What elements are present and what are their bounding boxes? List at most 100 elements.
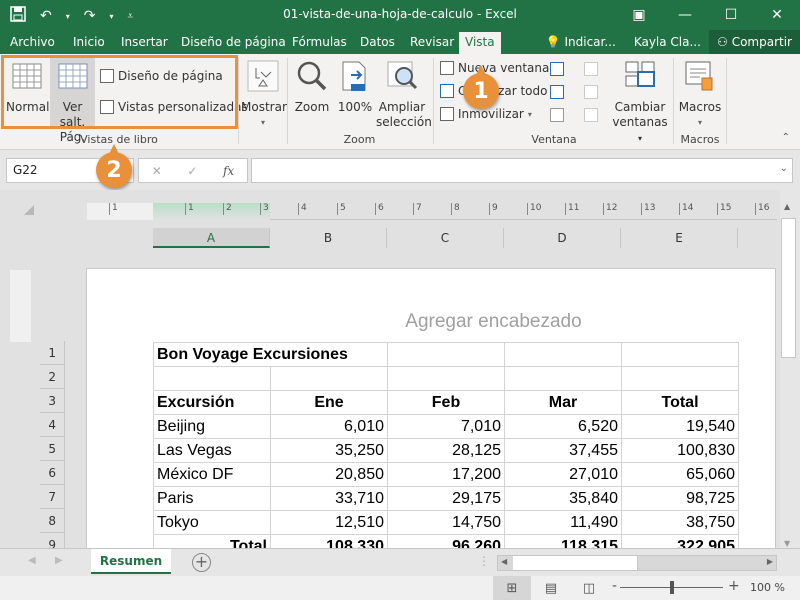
unhide-icon[interactable] <box>550 108 564 122</box>
row-header[interactable]: 8 <box>40 509 65 533</box>
cancel-icon[interactable]: ✕ <box>152 164 162 178</box>
row-header[interactable]: 9 <box>40 533 65 548</box>
enter-icon[interactable]: ✓ <box>187 164 197 178</box>
scroll-up-icon[interactable]: ▲ <box>784 202 790 211</box>
cell[interactable] <box>387 366 505 391</box>
tab-datos[interactable]: Datos <box>360 33 395 54</box>
row-header[interactable]: 5 <box>40 437 65 461</box>
column-header-c[interactable]: C <box>387 228 504 248</box>
cell[interactable]: 14,750 <box>387 510 505 535</box>
column-header-d[interactable]: D <box>504 228 621 248</box>
cell[interactable]: 6,520 <box>504 414 622 439</box>
cell[interactable]: 6,010 <box>270 414 388 439</box>
column-header-b[interactable]: B <box>270 228 387 248</box>
cell[interactable]: 17,200 <box>387 462 505 487</box>
horizontal-scroll-thumb[interactable] <box>513 556 638 570</box>
cell[interactable]: 33,710 <box>270 486 388 511</box>
maximize-button[interactable]: ☐ <box>708 0 754 30</box>
column-header-e[interactable]: E <box>621 228 738 248</box>
cell[interactable]: 28,125 <box>387 438 505 463</box>
header-cell[interactable]: Ene <box>270 390 388 415</box>
collapse-ribbon-icon[interactable]: ⌃ <box>782 132 790 143</box>
cell[interactable] <box>621 342 739 367</box>
tab-archivo[interactable]: Archivo <box>10 33 55 54</box>
row-header[interactable]: 2 <box>40 365 65 389</box>
zoom-button[interactable]: Zoom <box>292 60 332 115</box>
cell[interactable]: Paris <box>153 486 271 511</box>
scroll-down-icon[interactable]: ▼ <box>784 539 790 548</box>
insert-function-icon[interactable]: fx <box>223 164 234 178</box>
tab-revisar[interactable]: Revisar <box>410 33 454 54</box>
cell[interactable]: Tokyo <box>153 510 271 535</box>
add-header-placeholder[interactable]: Agregar encabezado <box>87 311 775 333</box>
horizontal-scrollbar[interactable]: ◀ ▶ <box>497 555 777 571</box>
tab-formulas[interactable]: Fórmulas <box>292 33 347 54</box>
cell[interactable]: 20,850 <box>270 462 388 487</box>
cell[interactable]: México DF <box>153 462 271 487</box>
cell[interactable] <box>621 366 739 391</box>
total-cell[interactable]: 108,330 <box>270 534 388 548</box>
cell[interactable]: 37,455 <box>504 438 622 463</box>
macros-button[interactable]: Macros ▾ <box>676 60 724 130</box>
row-header[interactable]: 4 <box>40 413 65 437</box>
cell[interactable]: 12,510 <box>270 510 388 535</box>
zoom-in-button[interactable]: + <box>728 578 740 594</box>
next-sheet-icon[interactable]: ▶ <box>55 555 63 566</box>
cell[interactable]: 29,175 <box>387 486 505 511</box>
cell[interactable]: 65,060 <box>621 462 739 487</box>
total-cell[interactable]: 96,260 <box>387 534 505 548</box>
custom-views-button[interactable]: Vistas personalizadas <box>100 100 248 114</box>
cell[interactable]: 100,830 <box>621 438 739 463</box>
cell[interactable]: 35,840 <box>504 486 622 511</box>
cell[interactable]: 19,540 <box>621 414 739 439</box>
zoom-level[interactable]: 100 % <box>750 581 785 594</box>
cell[interactable]: 35,250 <box>270 438 388 463</box>
zoom-100-button[interactable]: 100% <box>336 60 374 115</box>
split-handle-icon[interactable]: ⋮ <box>478 554 490 568</box>
cell[interactable] <box>387 342 505 367</box>
new-window-button[interactable]: Nueva ventana <box>440 61 549 75</box>
formula-input[interactable]: ⌄ <box>251 158 793 183</box>
header-cell[interactable]: Total <box>621 390 739 415</box>
tab-vista[interactable]: Vista <box>459 32 501 54</box>
cell[interactable]: 27,010 <box>504 462 622 487</box>
close-button[interactable]: ✕ <box>754 0 800 30</box>
reset-position-icon[interactable] <box>584 108 598 122</box>
row-header[interactable]: 1 <box>40 341 65 365</box>
vertical-scroll-thumb[interactable] <box>781 218 796 358</box>
total-cell[interactable]: 118,315 <box>504 534 622 548</box>
zoom-slider[interactable] <box>610 581 735 595</box>
header-cell[interactable]: Excursión <box>153 390 271 415</box>
cell[interactable]: 38,750 <box>621 510 739 535</box>
zoom-selection-button[interactable]: Ampliar selección <box>376 60 432 130</box>
page-layout-button[interactable]: Diseño de página <box>100 69 223 83</box>
cell[interactable] <box>270 366 388 391</box>
cell[interactable] <box>153 366 271 391</box>
vertical-scrollbar[interactable]: ▲ ▼ <box>780 200 797 550</box>
column-header-a[interactable]: A <box>153 228 270 248</box>
add-sheet-button[interactable]: + <box>192 553 211 572</box>
minimize-button[interactable]: — <box>662 0 708 30</box>
header-cell[interactable]: Mar <box>504 390 622 415</box>
header-cell[interactable]: Feb <box>387 390 505 415</box>
page-break-status-button[interactable]: ◫ <box>570 576 608 600</box>
cell[interactable]: Las Vegas <box>153 438 271 463</box>
cell[interactable]: Beijing <box>153 414 271 439</box>
cell[interactable]: 98,725 <box>621 486 739 511</box>
normal-view-button[interactable]: Normal <box>6 60 49 115</box>
zoom-thumb[interactable] <box>669 581 674 594</box>
show-button[interactable]: Mostrar ▾ <box>241 60 287 130</box>
user-name[interactable]: Kayla Cla... <box>634 35 701 49</box>
cell[interactable]: 7,010 <box>387 414 505 439</box>
tab-inicio[interactable]: Inicio <box>73 33 105 54</box>
split-icon[interactable] <box>550 62 564 76</box>
hide-icon[interactable] <box>550 85 564 99</box>
sheet-tab-resumen[interactable]: Resumen <box>91 549 171 574</box>
select-all-corner[interactable] <box>24 205 34 215</box>
scroll-left-icon[interactable]: ◀ <box>501 557 507 566</box>
cell-title[interactable]: Bon Voyage Excursiones <box>153 342 388 367</box>
row-header[interactable]: 7 <box>40 485 65 509</box>
ribbon-display-icon[interactable]: ▣ <box>616 0 662 30</box>
freeze-panes-button[interactable]: Inmovilizar ▾ <box>440 107 532 121</box>
tab-insertar[interactable]: Insertar <box>121 33 168 54</box>
